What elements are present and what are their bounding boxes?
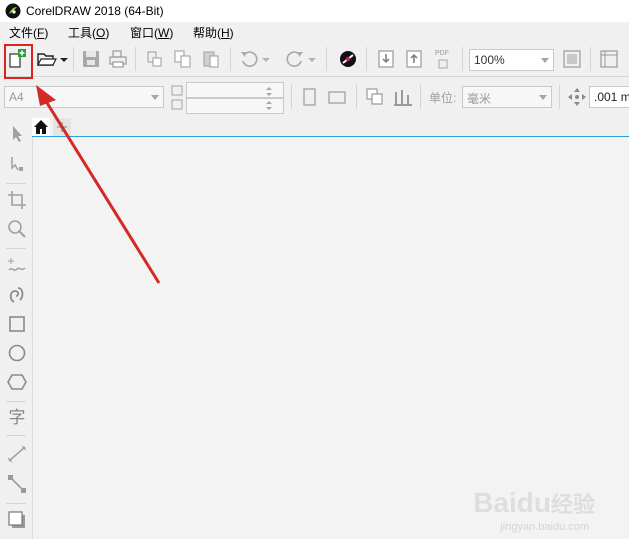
rectangle-tool-icon[interactable]	[6, 313, 28, 335]
parallel-dimension-tool-icon[interactable]	[6, 443, 28, 465]
paste-icon[interactable]	[200, 48, 222, 70]
coreldraw-logo-icon	[5, 3, 21, 19]
corel-connect-icon[interactable]	[337, 48, 359, 70]
current-page-icon[interactable]	[392, 86, 414, 108]
export-icon[interactable]	[403, 48, 425, 70]
new-button-highlight-box	[4, 44, 33, 79]
workspace-canvas[interactable]	[33, 137, 629, 539]
show-rulers-icon[interactable]	[598, 48, 620, 70]
window-title: CorelDRAW 2018 (64-Bit)	[26, 4, 164, 18]
freehand-tool-icon[interactable]	[6, 255, 28, 277]
save-icon[interactable]	[80, 48, 102, 70]
toolbox: 字	[0, 117, 33, 539]
pdf-label: PDF	[435, 50, 449, 57]
baidu-watermark: Baidu经验	[473, 487, 595, 518]
redo-icon[interactable]	[284, 48, 306, 70]
nudge-distance-icon	[568, 88, 586, 106]
zoom-tool-icon[interactable]	[6, 218, 28, 240]
menu-file[interactable]: 文件(F)	[9, 24, 48, 41]
zoom-level-combo[interactable]: 100%	[469, 49, 554, 71]
polygon-tool-icon[interactable]	[6, 371, 28, 393]
connector-tool-icon[interactable]	[6, 473, 28, 495]
open-folder-icon[interactable]	[36, 48, 58, 70]
pick-tool-icon[interactable]	[6, 123, 28, 145]
undo-icon[interactable]	[238, 48, 260, 70]
page-dimensions-icon	[171, 85, 183, 110]
copy-icon[interactable]	[172, 48, 194, 70]
page-size-combo[interactable]: A4	[4, 86, 164, 108]
artistic-media-tool-icon[interactable]	[6, 284, 28, 306]
units-value: 毫米	[467, 92, 492, 106]
menu-bar: 文件(F) 工具(O) 窗口(W) 帮助(H)	[0, 22, 629, 42]
baidu-watermark-url: jingyan.baidu.com	[500, 521, 589, 533]
units-dropdown-arrow-icon[interactable]	[539, 95, 547, 100]
all-pages-icon[interactable]	[364, 86, 386, 108]
import-icon[interactable]	[375, 48, 397, 70]
property-bar: A4 单位: 毫米 .001 m	[0, 77, 629, 118]
new-tab-plus-icon[interactable]	[53, 118, 71, 136]
full-screen-preview-icon[interactable]	[561, 48, 583, 70]
menu-window[interactable]: 窗口(W)	[130, 24, 173, 41]
menu-help[interactable]: 帮助(H)	[193, 24, 234, 41]
portrait-orientation-icon[interactable]	[298, 86, 320, 108]
ellipse-tool-icon[interactable]	[6, 342, 28, 364]
publish-pdf-button[interactable]: PDF	[433, 49, 455, 71]
drop-shadow-tool-icon[interactable]	[6, 509, 28, 531]
text-tool-icon[interactable]: 字	[6, 407, 28, 429]
document-tab-bar	[32, 117, 629, 136]
open-dropdown-chevron-icon[interactable]	[58, 48, 70, 70]
print-icon[interactable]	[107, 48, 129, 70]
landscape-orientation-icon[interactable]	[326, 86, 348, 108]
cut-icon[interactable]	[144, 48, 166, 70]
units-combo[interactable]: 毫米	[462, 86, 552, 108]
pdf-icon	[438, 59, 448, 69]
page-size-dropdown-arrow-icon[interactable]	[151, 95, 159, 100]
zoom-dropdown-arrow-icon[interactable]	[541, 58, 549, 63]
nudge-distance-field[interactable]: .001 m	[589, 86, 629, 108]
shape-tool-icon[interactable]	[6, 153, 28, 175]
redo-dropdown-chevron-icon[interactable]	[306, 48, 318, 70]
nudge-distance-value: .001 m	[594, 90, 629, 104]
zoom-value: 100%	[474, 53, 505, 67]
units-label: 单位:	[429, 91, 457, 105]
undo-dropdown-chevron-icon[interactable]	[260, 48, 272, 70]
title-bar: CorelDRAW 2018 (64-Bit)	[0, 0, 629, 22]
welcome-home-tab-icon[interactable]	[32, 118, 50, 136]
standard-toolbar: PDF 100%	[0, 42, 629, 77]
crop-tool-icon[interactable]	[6, 189, 28, 211]
menu-tools[interactable]: 工具(O)	[68, 24, 109, 41]
page-size-value: A4	[9, 90, 24, 104]
dimension-spinners-icon[interactable]	[262, 83, 276, 113]
